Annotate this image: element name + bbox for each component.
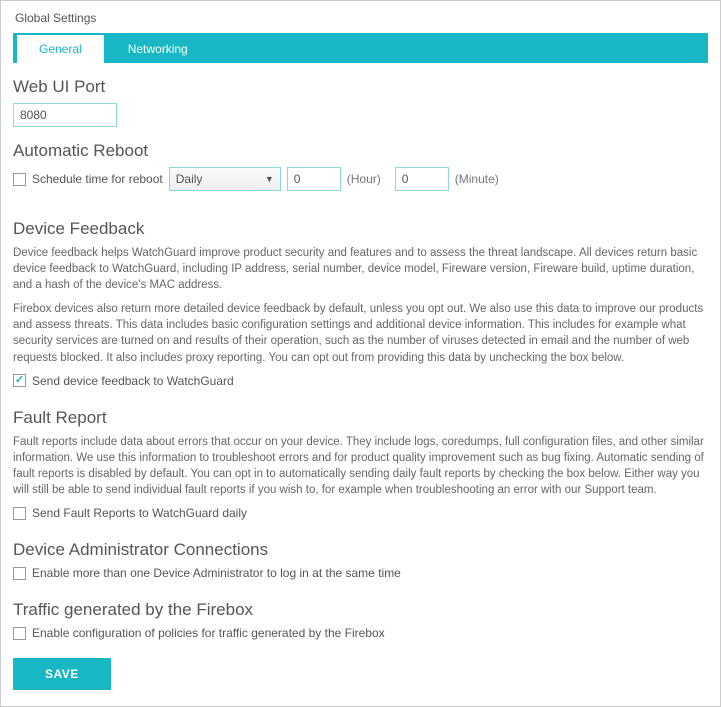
- multi-admin-label: Enable more than one Device Administrato…: [32, 566, 401, 580]
- section-device-feedback: Device Feedback Device feedback helps Wa…: [13, 219, 708, 388]
- reboot-frequency-select[interactable]: Daily ▼: [169, 167, 281, 191]
- section-admin-connections: Device Administrator Connections Enable …: [13, 540, 708, 580]
- heading-admin-connections: Device Administrator Connections: [13, 540, 708, 560]
- send-fault-reports-checkbox[interactable]: [13, 507, 26, 520]
- global-settings-panel: Global Settings General Networking Web U…: [0, 0, 721, 707]
- section-web-ui-port: Web UI Port: [13, 77, 708, 127]
- send-feedback-label: Send device feedback to WatchGuard: [32, 374, 234, 388]
- section-traffic: Traffic generated by the Firebox Enable …: [13, 600, 708, 640]
- send-feedback-checkbox[interactable]: [13, 374, 26, 387]
- tab-networking[interactable]: Networking: [106, 35, 210, 63]
- save-button[interactable]: SAVE: [13, 658, 111, 690]
- chevron-down-icon: ▼: [265, 174, 274, 184]
- reboot-hour-input[interactable]: [287, 167, 341, 191]
- tab-general[interactable]: General: [17, 35, 104, 63]
- traffic-policies-checkbox[interactable]: [13, 627, 26, 640]
- heading-device-feedback: Device Feedback: [13, 219, 708, 239]
- minute-label: (Minute): [455, 172, 499, 186]
- panel-title: Global Settings: [15, 11, 708, 25]
- heading-traffic: Traffic generated by the Firebox: [13, 600, 708, 620]
- hour-label: (Hour): [347, 172, 381, 186]
- section-fault-report: Fault Report Fault reports include data …: [13, 408, 708, 520]
- section-automatic-reboot: Automatic Reboot Schedule time for reboo…: [13, 141, 708, 191]
- schedule-reboot-checkbox[interactable]: [13, 173, 26, 186]
- traffic-policies-label: Enable configuration of policies for tra…: [32, 626, 385, 640]
- multi-admin-checkbox[interactable]: [13, 567, 26, 580]
- heading-fault-report: Fault Report: [13, 408, 708, 428]
- schedule-reboot-label: Schedule time for reboot: [32, 172, 163, 186]
- heading-automatic-reboot: Automatic Reboot: [13, 141, 708, 161]
- reboot-frequency-value: Daily: [176, 172, 203, 186]
- send-fault-reports-label: Send Fault Reports to WatchGuard daily: [32, 506, 247, 520]
- reboot-minute-input[interactable]: [395, 167, 449, 191]
- web-ui-port-input[interactable]: [13, 103, 117, 127]
- device-feedback-text-1: Device feedback helps WatchGuard improve…: [13, 245, 708, 293]
- fault-report-text: Fault reports include data about errors …: [13, 434, 708, 498]
- device-feedback-text-2: Firebox devices also return more detaile…: [13, 301, 708, 365]
- heading-web-ui-port: Web UI Port: [13, 77, 708, 97]
- tab-bar: General Networking: [13, 33, 708, 63]
